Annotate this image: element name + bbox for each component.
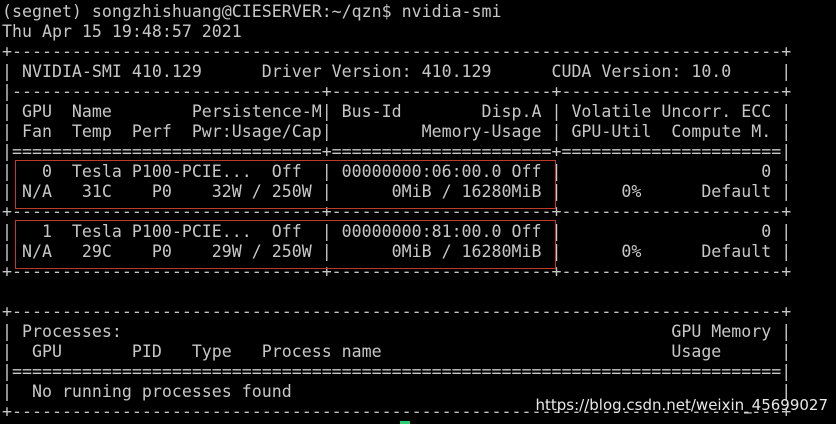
gpu-0-row-1: | 0 Tesla P100-PCIE... Off | 00000000:06… (2, 162, 792, 181)
gpu-1-row-1: | 1 Tesla P100-PCIE... Off | 00000000:81… (2, 222, 792, 241)
gpu-header-row-2: | Fan Temp Perf Pwr:Usage/Cap| Memory-Us… (2, 122, 792, 141)
table-border-bottom: +-------------------------------+-------… (2, 262, 792, 281)
processes-border-top: +---------------------------------------… (2, 302, 792, 321)
processes-title-row: | Processes: GPU Memory | (2, 322, 792, 341)
gpu-header-row-1: | GPU Name Persistence-M| Bus-Id Disp.A … (2, 102, 792, 121)
table-header-separator: |===============================+=======… (2, 142, 792, 161)
prompt-line: (segnet) songzhishuang@CIESERVER:~/qzn$ … (2, 2, 502, 21)
gpu-0-row-2: | N/A 31C P0 32W / 250W | 0MiB / 16280Mi… (2, 182, 792, 201)
gpu-1-row-2: | N/A 29C P0 29W / 250W | 0MiB / 16280Mi… (2, 242, 792, 261)
terminal-window[interactable]: (segnet) songzhishuang@CIESERVER:~/qzn$ … (0, 0, 836, 424)
smi-version-row: | NVIDIA-SMI 410.129 Driver Version: 410… (2, 62, 792, 81)
processes-header-row: | GPU PID Type Process name Usage | (2, 342, 792, 361)
table-divider: +-------------------------------+-------… (2, 202, 792, 221)
table-divider: |-------------------------------+-------… (2, 82, 792, 101)
processes-separator: |=======================================… (2, 362, 792, 381)
date-line: Thu Apr 15 19:48:57 2021 (2, 22, 242, 41)
table-border-top: +---------------------------------------… (2, 42, 792, 61)
watermark-url: https://blog.csdn.net/weixin_45699027 (535, 396, 828, 414)
